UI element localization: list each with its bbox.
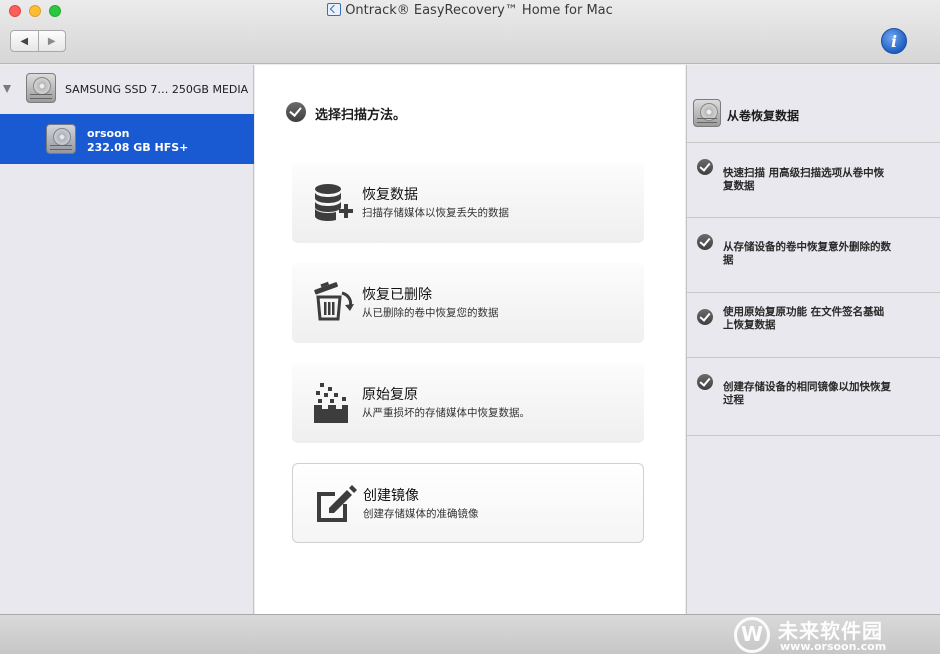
info-item: 从存储设备的卷中恢复意外删除的数据 <box>687 218 940 293</box>
option-recover-data[interactable]: 恢复数据 扫描存储媒体以恢复丢失的数据 <box>292 163 644 243</box>
option-title: 原始复原 <box>362 387 418 403</box>
info-item-text: 创建存储设备的相同镜像以加快恢复过程 <box>723 381 891 406</box>
option-title: 创建镜像 <box>363 488 419 504</box>
window-title: Ontrack® EasyRecovery™ Home for Mac <box>0 3 940 18</box>
raw-blocks-icon <box>314 383 348 423</box>
trash-restore-icon <box>314 281 354 321</box>
forward-button[interactable]: ▶ <box>37 31 66 51</box>
page-title: 选择扫描方法。 <box>315 108 407 123</box>
database-add-icon <box>315 184 353 221</box>
checkmark-icon <box>697 374 713 390</box>
info-item: 快速扫描 用高级扫描选项从卷中恢复数据 <box>687 143 940 218</box>
volume-size: 232.08 GB HFS+ <box>87 141 189 154</box>
option-description: 创建存储媒体的准确镜像 <box>363 508 479 520</box>
info-item: 创建存储设备的相同镜像以加快恢复过程 <box>687 358 940 436</box>
main-content: 选择扫描方法。 恢复数据 扫描存储媒体以恢复丢失的数据 恢复已删除 从已删除的卷… <box>255 65 685 614</box>
option-raw-recovery[interactable]: 原始复原 从严重损坏的存储媒体中恢复数据。 <box>292 363 644 443</box>
checkmark-icon <box>697 309 713 325</box>
option-recover-deleted[interactable]: 恢复已删除 从已删除的卷中恢复您的数据 <box>292 263 644 343</box>
volume-drive-icon <box>46 124 76 154</box>
info-item-text: 使用原始复原功能 在文件签名基础上恢复数据 <box>723 306 885 331</box>
nav-button-group: ◀ ▶ <box>10 30 66 52</box>
option-description: 从严重损坏的存储媒体中恢复数据。 <box>362 407 530 419</box>
option-title: 恢复数据 <box>362 187 418 203</box>
option-title: 恢复已删除 <box>362 287 432 303</box>
info-button[interactable]: i <box>881 28 907 54</box>
watermark-url: www.orsoon.com <box>780 640 887 653</box>
volume-name: orsoon <box>87 127 130 140</box>
checkmark-icon <box>697 234 713 250</box>
checkmark-icon <box>697 159 713 175</box>
edit-image-icon <box>317 485 357 522</box>
info-panel-header: 从卷恢复数据 <box>687 65 940 143</box>
info-item-text: 从存储设备的卷中恢复意外删除的数据 <box>723 241 891 266</box>
volume-item-selected[interactable]: orsoon 232.08 GB HFS+ <box>0 114 254 164</box>
disk-item[interactable]: SAMSUNG SSD 7… 250GB MEDIA <box>0 65 254 113</box>
watermark: 未来软件园 www.orsoon.com <box>734 615 934 654</box>
window-title-text: Ontrack® EasyRecovery™ Home for Mac <box>345 3 613 18</box>
sidebar: SAMSUNG SSD 7… 250GB MEDIA orsoon 232.08… <box>0 65 254 614</box>
hard-drive-icon <box>693 99 721 127</box>
toolbar: Ontrack® EasyRecovery™ Home for Mac ◀ ▶ … <box>0 0 940 64</box>
info-item: 使用原始复原功能 在文件签名基础上恢复数据 <box>687 293 940 358</box>
app-window: Ontrack® EasyRecovery™ Home for Mac ◀ ▶ … <box>0 0 940 654</box>
option-description: 扫描存储媒体以恢复丢失的数据 <box>362 207 509 219</box>
info-item-text: 快速扫描 用高级扫描选项从卷中恢复数据 <box>723 167 885 192</box>
option-create-image[interactable]: 创建镜像 创建存储媒体的准确镜像 <box>292 463 644 543</box>
info-panel-title: 从卷恢复数据 <box>727 109 800 123</box>
hard-drive-icon <box>26 73 56 103</box>
checkmark-icon <box>286 102 306 122</box>
back-button[interactable]: ◀ <box>11 31 38 51</box>
watermark-logo-icon <box>734 617 770 653</box>
app-icon <box>327 3 342 16</box>
option-description: 从已删除的卷中恢复您的数据 <box>362 307 499 319</box>
disk-label: SAMSUNG SSD 7… 250GB MEDIA <box>65 83 249 96</box>
disclosure-triangle-icon[interactable] <box>3 85 11 93</box>
info-panel: 从卷恢复数据 快速扫描 用高级扫描选项从卷中恢复数据 从存储设备的卷中恢复意外删… <box>686 65 940 614</box>
status-bar: 未来软件园 www.orsoon.com <box>0 614 940 654</box>
